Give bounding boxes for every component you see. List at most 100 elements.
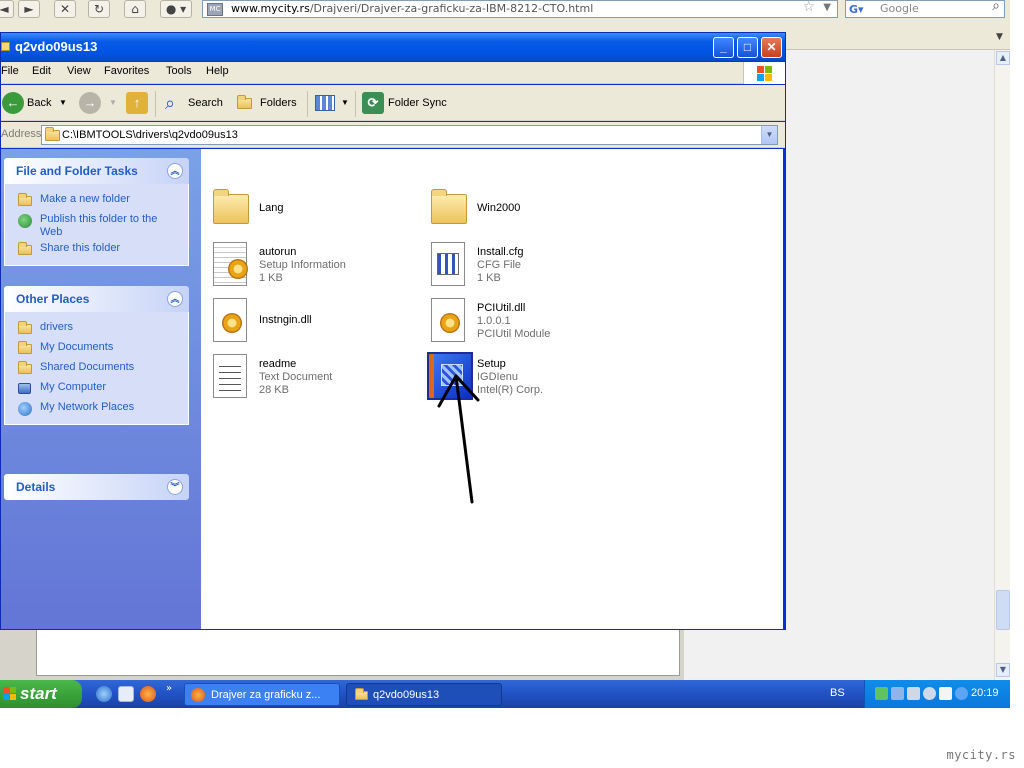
search-button[interactable]: ⌕ Search xyxy=(163,91,227,115)
task-make-new-folder[interactable]: Make a new folder xyxy=(5,190,188,210)
file-folder-tasks-header[interactable]: File and Folder Tasks ︽ xyxy=(4,158,189,184)
place-shared-documents[interactable]: Shared Documents xyxy=(5,358,188,378)
back-button[interactable]: ← Back ▼ xyxy=(1,91,69,115)
up-folder-button[interactable]: ↑ xyxy=(125,91,149,115)
browser-forward-button[interactable]: ► xyxy=(18,0,40,18)
browser-home-button[interactable]: ⌂ xyxy=(124,0,146,18)
scroll-thumb[interactable] xyxy=(996,590,1010,630)
address-input[interactable]: C:\IBMTOOLS\drivers\q2vdo09us13 ▼ xyxy=(41,125,778,145)
address-label: Address xyxy=(1,128,42,140)
taskbar-item-firefox[interactable]: Drajver za graficku z... xyxy=(184,683,340,706)
folder-icon xyxy=(213,189,249,224)
security-tray-icon[interactable] xyxy=(923,687,936,700)
back-arrow-icon: ← xyxy=(2,92,24,114)
task-label: Drajver za graficku z... xyxy=(211,689,321,701)
collapse-chevron-icon[interactable]: ︽ xyxy=(167,291,183,307)
file-item-readme[interactable]: readme Text Document 28 KB xyxy=(209,352,409,408)
network-tray-icon[interactable] xyxy=(875,687,888,700)
desktop-quicklaunch-icon[interactable] xyxy=(118,686,134,702)
folder-icon xyxy=(45,127,60,141)
file-item-install-cfg[interactable]: Install.cfg CFG File 1 KB xyxy=(427,240,627,296)
task-label: q2vdo09us13 xyxy=(373,689,440,701)
menu-favorites[interactable]: Favorites xyxy=(104,65,149,77)
mail-tray-icon[interactable] xyxy=(939,687,952,700)
file-name: Win2000 xyxy=(477,202,521,214)
site-watermark: mycity.rs xyxy=(946,748,1016,762)
folders-icon xyxy=(237,95,252,109)
folder-sync-button[interactable]: ⟳ Folder Sync xyxy=(361,91,451,115)
search-icon: ⌕ xyxy=(165,93,176,113)
file-type: Text Document xyxy=(259,371,333,383)
views-button[interactable]: ▼ xyxy=(313,91,351,115)
file-name: PCIUtil.dll xyxy=(477,302,526,314)
file-item-win2000[interactable]: Win2000 xyxy=(427,184,627,240)
menu-edit[interactable]: Edit xyxy=(32,65,51,77)
scroll-up-icon[interactable]: ▲ xyxy=(996,51,1010,65)
ie-quicklaunch-icon[interactable] xyxy=(96,686,112,702)
file-item-autorun[interactable]: autorun Setup Information 1 KB xyxy=(209,240,409,296)
menu-tools[interactable]: Tools xyxy=(166,65,192,77)
search-icon[interactable]: ⌕ xyxy=(992,0,1000,14)
file-item-instngin-dll[interactable]: Instngin.dll xyxy=(209,296,409,352)
browser-search-input[interactable]: G▾ Google ⌕ xyxy=(845,0,1005,18)
chevron-down-icon[interactable]: ▼ xyxy=(59,91,67,115)
clock[interactable]: 20:19 xyxy=(971,687,999,699)
browser-addon-button[interactable]: ● ▾ xyxy=(160,0,192,18)
file-item-lang[interactable]: Lang xyxy=(209,184,409,240)
window-titlebar[interactable]: q2vdo09us13 _ □ ✕ xyxy=(1,33,785,61)
expand-chevron-icon[interactable]: ︾ xyxy=(167,479,183,495)
chevron-down-icon[interactable]: ▼ xyxy=(823,1,831,15)
task-share-folder[interactable]: Share this folder xyxy=(5,239,188,259)
browser-reload-button[interactable]: ↻ xyxy=(88,0,110,18)
browser-scrollbar[interactable]: ▲ ▼ xyxy=(994,50,1010,680)
address-bar: Address C:\IBMTOOLS\drivers\q2vdo09us13 … xyxy=(1,122,785,148)
chevron-down-icon[interactable]: ▼ xyxy=(341,91,349,115)
computer-icon xyxy=(18,383,31,394)
messenger-tray-icon[interactable] xyxy=(955,687,968,700)
quicklaunch-more-icon[interactable]: » xyxy=(166,683,172,694)
file-name: autorun xyxy=(259,246,297,258)
close-button[interactable]: ✕ xyxy=(761,37,782,58)
minimize-button[interactable]: _ xyxy=(713,37,734,58)
taskbar-item-explorer[interactable]: q2vdo09us13 xyxy=(346,683,502,706)
forward-button[interactable]: → ▼ xyxy=(79,91,119,115)
shared-documents-icon xyxy=(18,361,32,374)
views-icon xyxy=(315,95,335,111)
menu-view[interactable]: View xyxy=(67,65,91,77)
file-item-pciutil-dll[interactable]: PCIUtil.dll 1.0.0.1 PCIUtil Module xyxy=(427,296,627,352)
toolbar-separator xyxy=(355,91,356,117)
browser-url-bar[interactable]: MC www.mycity.rs/Drajveri/Drajver-za-gra… xyxy=(202,0,838,18)
volume-tray-icon[interactable] xyxy=(907,687,920,700)
system-tray: 20:19 xyxy=(864,680,1010,708)
place-my-documents[interactable]: My Documents xyxy=(5,338,188,358)
firefox-quicklaunch-icon[interactable] xyxy=(140,686,156,702)
other-places-header[interactable]: Other Places ︽ xyxy=(4,286,189,312)
place-label: My Network Places xyxy=(40,401,135,413)
maximize-button[interactable]: □ xyxy=(737,37,758,58)
place-drivers[interactable]: drivers xyxy=(5,318,188,338)
language-indicator[interactable]: BS xyxy=(830,687,845,699)
file-type: CFG File xyxy=(477,259,521,271)
browser-stop-button[interactable]: ✕ xyxy=(54,0,76,18)
chevron-down-icon: ▼ xyxy=(109,98,117,107)
folders-button[interactable]: Folders xyxy=(233,91,301,115)
file-list: Lang Win2000 autorun Setup Information 1… xyxy=(201,149,783,629)
windows-logo-icon xyxy=(743,62,785,84)
display-tray-icon[interactable] xyxy=(891,687,904,700)
collapse-chevron-icon[interactable]: ︽ xyxy=(167,163,183,179)
start-button[interactable]: start xyxy=(0,680,82,708)
menu-help[interactable]: Help xyxy=(206,65,229,77)
scroll-down-icon[interactable]: ▼ xyxy=(996,663,1010,677)
tab-list-chevron-icon[interactable]: ▼ xyxy=(996,32,1003,42)
setup-info-icon xyxy=(213,242,248,286)
details-header[interactable]: Details ︾ xyxy=(4,474,189,500)
browser-back-button[interactable]: ◄ xyxy=(0,0,14,18)
other-places-panel: Other Places ︽ drivers My Documents Shar… xyxy=(4,286,189,425)
address-dropdown-chevron-icon[interactable]: ▼ xyxy=(761,126,777,144)
bookmark-star-icon[interactable]: ☆ xyxy=(802,1,815,15)
menu-file[interactable]: File xyxy=(1,65,19,77)
search-label: Search xyxy=(188,97,223,109)
task-publish-folder[interactable]: Publish this folder to the Web xyxy=(5,210,188,239)
place-my-computer[interactable]: My Computer xyxy=(5,378,188,398)
place-my-network[interactable]: My Network Places xyxy=(5,398,188,418)
